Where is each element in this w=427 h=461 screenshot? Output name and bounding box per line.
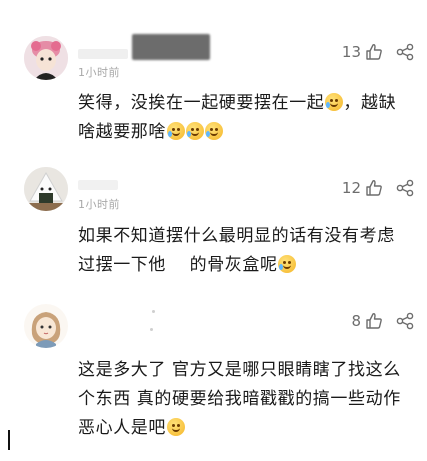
comment-item: 1小时前 12 如果不知道摆什么最明显的话有没有考虑过摆一下他 的骨灰盒呢 — [0, 150, 427, 290]
cartoon-girl-avatar-icon — [24, 304, 68, 348]
crying-laugh-emoji-icon — [185, 122, 204, 140]
share-icon — [396, 43, 414, 61]
comment-text-body: 这是多大了 官方又是哪只眼睛瞎了找这么个东西 真的硬要给我暗戳戳的搞一些动作恶心… — [78, 360, 401, 438]
text-cursor — [8, 430, 10, 450]
share-button[interactable] — [395, 179, 415, 201]
avatar[interactable] — [24, 167, 68, 211]
username-blurred — [78, 180, 118, 190]
crying-laugh-emoji-icon — [204, 122, 223, 140]
comment-text: 笑得，没挨在一起硬要摆在一起 ，越缺啥越要那啥 — [78, 89, 408, 147]
crying-laugh-emoji-icon — [278, 255, 297, 273]
comment-text-part1: 笑得，没挨在一起硬要摆在一起 — [78, 93, 325, 113]
avatar[interactable] — [24, 36, 68, 80]
username-blurred — [78, 49, 128, 59]
crying-laugh-emoji-icon — [166, 122, 185, 140]
share-icon — [396, 179, 414, 197]
like-button[interactable]: 8 — [351, 312, 383, 330]
thumbs-up-icon — [366, 180, 382, 196]
share-button[interactable] — [395, 312, 415, 334]
share-icon — [396, 312, 414, 330]
comment-text: 如果不知道摆什么最明显的话有没有考虑过摆一下他 的骨灰盒呢 — [78, 222, 408, 280]
avatar[interactable] — [24, 304, 68, 348]
decorative-dot — [150, 328, 153, 331]
rice-ball-avatar-icon — [24, 167, 68, 211]
pink-hair-avatar-icon — [24, 36, 68, 80]
comment-text: 这是多大了 官方又是哪只眼睛瞎了找这么个东西 真的硬要给我暗戳戳的搞一些动作恶心… — [78, 356, 408, 443]
thumbs-up-icon — [366, 44, 382, 60]
comment-item: 8 这是多大了 官方又是哪只眼睛瞎了找这么个东西 真的硬要给我暗戳戳的搞一些动作… — [0, 290, 427, 461]
comment-time: 1小时前 — [78, 198, 120, 211]
like-button[interactable]: 13 — [342, 43, 383, 61]
comment-item: 1小时前 13 笑得，没挨在一起硬要摆在一起 ，越缺啥越要那啥 — [0, 0, 427, 150]
decorative-dot — [152, 310, 155, 313]
comment-text-body: 如果不知道摆什么最明显的话有没有考虑过摆一下他 的骨灰盒呢 — [78, 226, 395, 275]
username-redacted — [132, 34, 210, 60]
crying-laugh-emoji-icon — [166, 418, 185, 436]
comment-time: 1小时前 — [78, 66, 120, 79]
like-count: 13 — [341, 43, 361, 61]
thumbs-up-icon — [366, 313, 382, 329]
like-count: 8 — [351, 312, 361, 330]
like-button[interactable]: 12 — [342, 179, 383, 197]
share-button[interactable] — [395, 43, 415, 65]
crying-laugh-emoji-icon — [324, 93, 343, 111]
like-count: 12 — [341, 179, 361, 197]
